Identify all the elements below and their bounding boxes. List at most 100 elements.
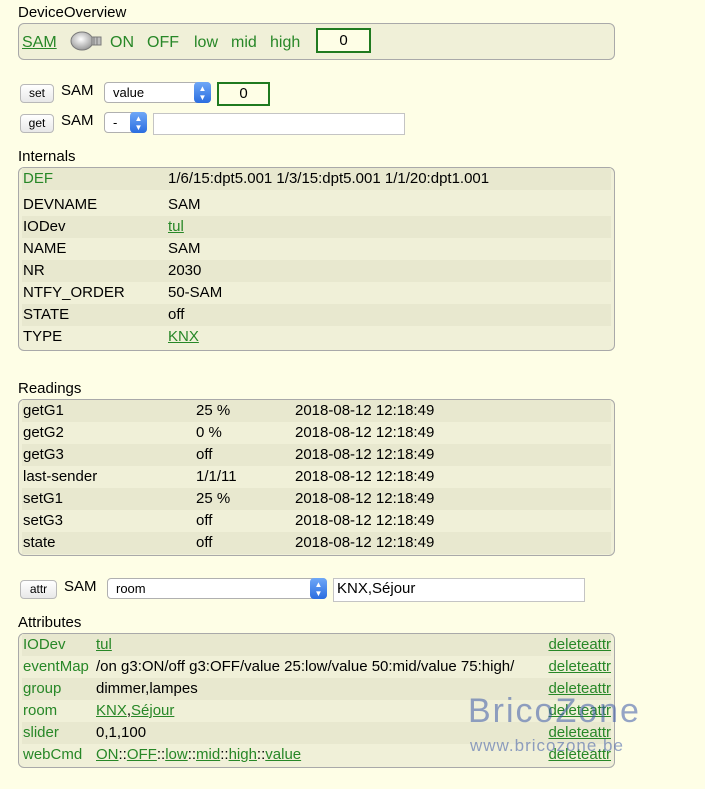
internal-row: NTFY_ORDER 50-SAM [22,282,611,304]
overview-value-box[interactable]: 0 [316,28,371,53]
reading-name: last-sender [23,468,98,485]
reading-row: getG3 off 2018-08-12 12:18:49 [22,444,611,466]
reading-value: off [196,534,213,551]
device-overview-panel: SAM ON OFF low mid high 0 [18,23,615,60]
reading-time: 2018-08-12 12:18:49 [295,534,435,551]
attr-button[interactable]: attr [20,580,57,599]
reading-name: getG3 [23,446,64,463]
reading-name: setG1 [23,490,64,507]
attribute-value: ON::OFF::low::mid::high::value [96,744,301,766]
room-link-knx[interactable]: KNX [96,702,127,719]
attribute-value: tul [96,634,112,656]
webcmd-link-off[interactable]: OFF [127,746,157,763]
reading-row: setG3 off 2018-08-12 12:18:49 [22,510,611,532]
lightbulb-icon[interactable] [69,29,105,55]
cmd-on[interactable]: ON [110,33,134,53]
internal-name-nr: NR [23,262,45,279]
attribute-value: 0,1,100 [96,724,147,741]
get-button[interactable]: get [20,114,54,133]
delete-attr-button[interactable]: deleteattr [548,656,611,678]
reading-name: state [23,534,56,551]
cmd-off[interactable]: OFF [147,33,179,53]
attribute-row: IODev tul deleteattr [22,634,611,656]
attr-select-value: room [116,581,146,596]
reading-time: 2018-08-12 12:18:49 [295,402,435,419]
separator: :: [118,746,127,763]
readings-title: Readings [18,380,82,397]
internals-title: Internals [18,148,76,165]
reading-name: getG1 [23,402,64,419]
cmd-high[interactable]: high [270,33,300,53]
readings-panel: getG1 25 % 2018-08-12 12:18:49 getG2 0 %… [18,399,615,556]
internal-value-iodev-link[interactable]: tul [168,216,184,238]
internal-name-def[interactable]: DEF [23,168,53,190]
reading-row: getG1 25 % 2018-08-12 12:18:49 [22,400,611,422]
attribute-name[interactable]: IODev [23,634,66,656]
set-button[interactable]: set [20,84,54,103]
attribute-name[interactable]: slider [23,722,59,744]
webcmd-link-mid[interactable]: mid [196,746,220,763]
attribute-name[interactable]: eventMap [23,656,89,678]
internal-value-devname: SAM [168,196,201,213]
webcmd-link-low[interactable]: low [165,746,188,763]
attr-iodev-link[interactable]: tul [96,636,112,653]
internal-name-ntfy-order: NTFY_ORDER [23,284,125,301]
reading-time: 2018-08-12 12:18:49 [295,446,435,463]
watermark-brand: BricoZone [468,692,641,730]
chevron-updown-icon: ▲ ▼ [310,578,327,599]
set-command-select[interactable]: value ▲ ▼ [104,82,211,103]
attribute-value: dimmer,lampes [96,680,198,697]
attr-name-select[interactable]: room ▲ ▼ [107,578,327,599]
webcmd-link-on[interactable]: ON [96,746,119,763]
reading-time: 2018-08-12 12:18:49 [295,512,435,529]
get-select-value: - [113,115,118,130]
reading-row: last-sender 1/1/11 2018-08-12 12:18:49 [22,466,611,488]
attribute-value: KNX,Séjour [96,700,174,722]
separator: :: [187,746,197,763]
reading-value: off [196,512,213,529]
reading-row: setG1 25 % 2018-08-12 12:18:49 [22,488,611,510]
attribute-row: eventMap /on g3:ON/off g3:OFF/value 25:l… [22,656,611,678]
webcmd-link-value[interactable]: value [265,746,301,763]
attribute-name[interactable]: room [23,700,57,722]
set-select-value: value [113,85,145,100]
device-link[interactable]: SAM [22,33,57,53]
set-device-label: SAM [61,82,94,99]
attr-device-label: SAM [64,578,97,595]
internal-name-state: STATE [23,306,70,323]
reading-time: 2018-08-12 12:18:49 [295,424,435,441]
internal-row: IODev tul [22,216,611,238]
internal-row: STATE off [22,304,611,326]
attribute-name[interactable]: webCmd [23,744,82,766]
get-command-select[interactable]: - ▲ ▼ [104,112,147,133]
delete-attr-button[interactable]: deleteattr [548,634,611,656]
set-value-input[interactable]: 0 [217,82,270,106]
attr-value-field[interactable]: KNX,Séjour [333,578,585,602]
internal-value-state: off [168,306,185,323]
room-link-sejour[interactable]: Séjour [131,702,174,719]
reading-time: 2018-08-12 12:18:49 [295,468,435,485]
get-device-label: SAM [61,112,94,129]
internal-value-nr: 2030 [168,262,202,279]
cmd-low[interactable]: low [194,33,218,53]
chevron-updown-icon: ▲ ▼ [194,82,211,103]
internal-row: TYPE KNX [22,326,611,348]
watermark-url: www.bricozone.be [470,736,624,755]
reading-value: off [196,446,213,463]
reading-row: state off 2018-08-12 12:18:49 [22,532,611,554]
get-value-field[interactable] [153,113,405,135]
attributes-title: Attributes [18,614,82,631]
internal-name-type: TYPE [23,328,63,345]
internals-panel: DEF 1/6/15:dpt5.001 1/3/15:dpt5.001 1/1/… [18,167,615,351]
webcmd-link-high[interactable]: high [229,746,257,763]
internal-value-type-link[interactable]: KNX [168,326,199,348]
internal-row: DEVNAME SAM [22,194,611,216]
reading-name: setG3 [23,512,64,529]
internal-name-devname: DEVNAME [23,196,98,213]
attribute-name[interactable]: group [23,678,61,700]
reading-value: 0 % [196,424,222,441]
reading-value: 25 % [196,402,231,419]
chevron-updown-icon: ▲ ▼ [130,112,147,133]
cmd-mid[interactable]: mid [231,33,257,53]
internal-row: NAME SAM [22,238,611,260]
